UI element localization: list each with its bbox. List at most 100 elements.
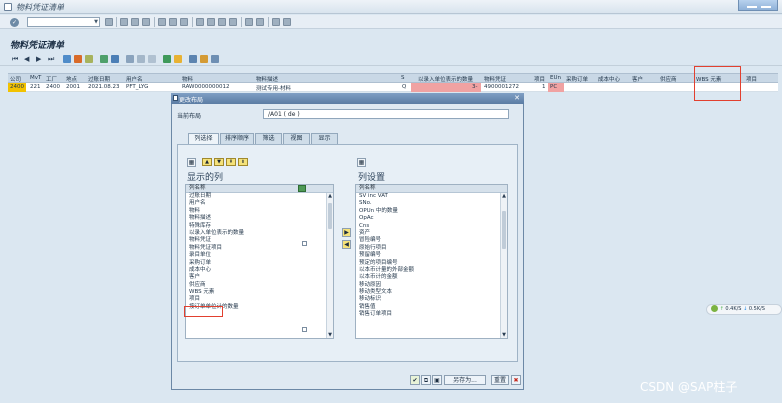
prev-icon[interactable]: ◀	[24, 55, 29, 63]
list-item[interactable]: 过账日期	[186, 193, 333, 200]
list-item[interactable]: WBS 元素	[186, 289, 333, 296]
list-item[interactable]: 销售订单项目	[356, 311, 507, 318]
table-icon[interactable]: ▦	[187, 158, 196, 167]
col-header-costcenter[interactable]: 成本中心	[598, 75, 620, 83]
mail-icon[interactable]	[148, 55, 156, 63]
list-item[interactable]: 物料描述	[186, 215, 333, 222]
exit-icon[interactable]	[131, 18, 139, 26]
scroll-thumb[interactable]	[502, 211, 506, 249]
last-page-icon[interactable]	[229, 18, 237, 26]
filter-icon[interactable]	[74, 55, 82, 63]
list-item[interactable]: SNo.	[356, 200, 507, 207]
move-top-icon[interactable]: ⇞	[226, 158, 236, 166]
sort-ascending-icon[interactable]	[100, 55, 108, 63]
list-item[interactable]: 移动原因	[356, 282, 507, 289]
col-header-plant[interactable]: 工厂	[46, 75, 57, 83]
list-item[interactable]: OPUn 中的数量	[356, 208, 507, 215]
tab-view[interactable]: 视图	[283, 133, 310, 144]
move-up-icon[interactable]: ▲	[202, 158, 212, 166]
scroll-thumb[interactable]	[328, 203, 332, 229]
scroll-up-icon[interactable]: ▲	[327, 193, 333, 199]
list-item[interactable]: 客户	[186, 274, 333, 281]
scroll-down-icon[interactable]: ▼	[327, 332, 333, 338]
first-icon[interactable]: ⏮	[12, 55, 18, 63]
print-preview-icon[interactable]	[126, 55, 134, 63]
save-as-button[interactable]: 另存为...	[444, 375, 486, 385]
print-icon[interactable]	[158, 18, 166, 26]
col-header-customer[interactable]: 客户	[632, 75, 643, 83]
cell-sloc[interactable]: 2001	[66, 84, 80, 90]
col-header-company[interactable]: 公司	[10, 75, 21, 83]
list-item[interactable]: 特殊库存	[186, 223, 333, 230]
list-item[interactable]: OpAc	[356, 215, 507, 222]
col-header-s[interactable]: S	[401, 75, 405, 81]
next-page-icon[interactable]	[218, 18, 226, 26]
cell-item[interactable]: 1	[542, 84, 546, 90]
col-header-item[interactable]: 项目	[534, 75, 545, 83]
confirm-icon[interactable]: ✔	[410, 375, 420, 385]
cancel-icon[interactable]	[142, 18, 150, 26]
word-icon[interactable]	[174, 55, 182, 63]
col-header-desc[interactable]: 物料描述	[256, 75, 278, 83]
list-item[interactable]: 录目单位	[186, 252, 333, 259]
cell-mvt[interactable]: 221	[30, 84, 41, 90]
minimize-icon[interactable]	[747, 6, 757, 8]
scroll-up-icon[interactable]: ▲	[501, 193, 507, 199]
move-bottom-icon[interactable]: ⇟	[238, 158, 248, 166]
tab-sort-order[interactable]: 排序顺序	[220, 133, 254, 144]
reset-button[interactable]: 重置	[491, 375, 509, 385]
cell-doc[interactable]: 4900001272	[484, 84, 519, 90]
scrollbar[interactable]: ▲ ▼	[326, 193, 333, 338]
ok-icon[interactable]: ✓	[10, 18, 19, 27]
list-item[interactable]: SV inc VAT	[356, 193, 507, 200]
save-icon[interactable]: ▣	[432, 375, 442, 385]
col-header-material[interactable]: 物料	[182, 75, 193, 83]
prev-page-icon[interactable]	[207, 18, 215, 26]
list-item[interactable]: 冒险编号	[356, 237, 507, 244]
export-icon[interactable]	[137, 55, 145, 63]
sum-icon[interactable]	[85, 55, 93, 63]
layout-icon[interactable]	[189, 55, 197, 63]
new-session-icon[interactable]	[245, 18, 253, 26]
checkbox[interactable]	[302, 241, 307, 246]
first-page-icon[interactable]	[196, 18, 204, 26]
copy-icon[interactable]: ⧉	[421, 375, 431, 385]
col-header-doc[interactable]: 物料凭证	[484, 75, 506, 83]
col-header-date[interactable]: 过账日期	[88, 75, 110, 83]
find-next-icon[interactable]	[180, 18, 188, 26]
column-settings-icon[interactable]	[298, 185, 306, 192]
list-item[interactable]: 移动标识	[356, 296, 507, 303]
list-item[interactable]: 供应商	[186, 282, 333, 289]
last-icon[interactable]: ⏭	[48, 55, 54, 63]
list-item[interactable]: 以本币计的金额	[356, 274, 507, 281]
col-header-vendor[interactable]: 供应商	[660, 75, 677, 83]
list-item[interactable]: Cns	[356, 223, 507, 230]
move-left-icon[interactable]: ◀	[342, 240, 351, 249]
close-icon[interactable]: ✕	[514, 94, 520, 102]
move-right-icon[interactable]: ▶	[342, 228, 351, 237]
find-icon[interactable]	[169, 18, 177, 26]
network-speed-widget[interactable]: ↑ 0.4K/S ↓ 0.5K/S	[706, 304, 782, 315]
shortcut-icon[interactable]	[256, 18, 264, 26]
col-header-qty[interactable]: 以录入单位表示的数量	[418, 75, 473, 83]
cell-user[interactable]: PFT_LYG	[126, 84, 148, 90]
list-item[interactable]: 预留编号	[356, 252, 507, 259]
help-icon[interactable]	[272, 18, 280, 26]
move-down-icon[interactable]: ▼	[214, 158, 224, 166]
list-item[interactable]: 采购订单	[186, 260, 333, 267]
scroll-down-icon[interactable]: ▼	[501, 332, 507, 338]
current-layout-field[interactable]: /A01 ( de )	[263, 109, 509, 119]
chevron-down-icon[interactable]: ▼	[94, 19, 98, 25]
gear-icon[interactable]	[283, 18, 291, 26]
col-header-mvt[interactable]: MvT	[30, 75, 41, 81]
choose-layout-icon[interactable]	[200, 55, 208, 63]
sort-descending-icon[interactable]	[111, 55, 119, 63]
col-header-po[interactable]: 采购订单	[566, 75, 588, 83]
cell-qty[interactable]: 3-	[472, 84, 477, 90]
col-header-user[interactable]: 用户名	[126, 75, 143, 83]
tab-display[interactable]: 显示	[311, 133, 338, 144]
col-header-sloc[interactable]: 地点	[66, 75, 77, 83]
cancel-icon[interactable]: ✖	[511, 375, 521, 385]
list-item[interactable]: 用户名	[186, 200, 333, 207]
col-header-eun[interactable]: EUn	[550, 75, 561, 81]
